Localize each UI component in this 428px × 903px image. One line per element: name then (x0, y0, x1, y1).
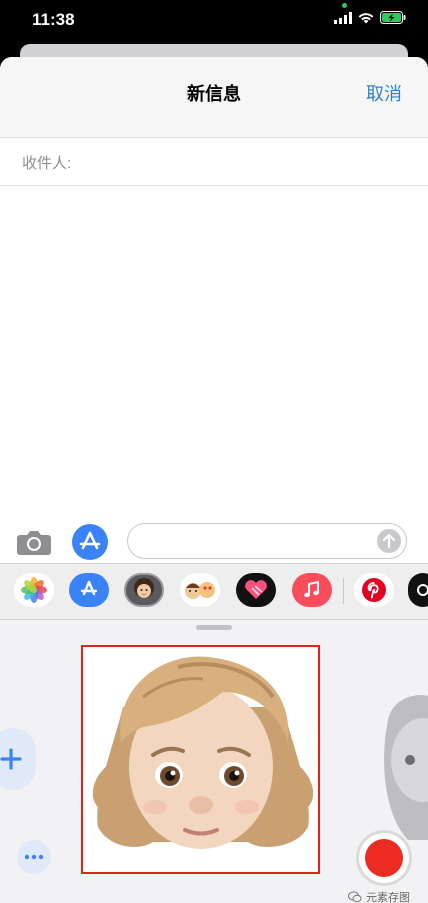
panel-grabber[interactable] (196, 625, 232, 630)
app-store-icon (79, 531, 101, 550)
memoji-woman-curly-hair (92, 656, 314, 849)
ellipsis-icon (24, 854, 44, 860)
page-title: 新信息 (187, 84, 241, 104)
battery-charging-icon (380, 11, 406, 24)
pinterest-app[interactable] (354, 573, 394, 607)
watermark: 元素存图 (348, 889, 410, 903)
send-button[interactable] (377, 529, 401, 553)
camera-icon (17, 531, 51, 555)
record-icon (365, 839, 403, 877)
music-icon (304, 580, 319, 598)
recipient-field[interactable]: 收件人: (0, 137, 428, 186)
more-options-button[interactable] (17, 840, 51, 874)
message-input[interactable] (127, 523, 407, 559)
memoji-preview-icon (384, 695, 428, 840)
next-memoji-preview[interactable] (378, 690, 428, 840)
drawer-divider (343, 578, 344, 604)
new-memoji-button[interactable] (0, 728, 36, 790)
pinterest-icon (362, 578, 386, 602)
app-store-button[interactable] (72, 524, 108, 560)
recipient-label: 收件人: (22, 155, 72, 172)
memoji-icon (134, 578, 154, 598)
plus-icon (0, 748, 22, 770)
memoji-stickers-app[interactable] (180, 573, 220, 607)
arrow-up-icon (382, 533, 396, 549)
camera-indicator-dot (342, 3, 347, 8)
message-input-bar (0, 519, 428, 567)
camera-button[interactable] (16, 527, 52, 557)
digital-touch-app[interactable] (236, 573, 276, 607)
tiktok-app[interactable] (408, 573, 428, 607)
app-store-drawer-app[interactable] (69, 573, 109, 607)
music-app[interactable] (292, 573, 332, 607)
memoji-stickers-icon (185, 582, 215, 599)
status-icons (334, 11, 406, 24)
watermark-text: 元素存图 (366, 892, 410, 903)
photos-app[interactable] (14, 573, 54, 607)
new-message-sheet: 新信息 取消 收件人: 元素存图 (0, 57, 428, 903)
memoji-app[interactable] (124, 573, 164, 607)
app-drawer (0, 563, 428, 620)
status-time: 11:38 (32, 10, 75, 29)
navigation-bar: 新信息 取消 (0, 57, 428, 138)
cancel-button[interactable]: 取消 (366, 80, 402, 106)
selected-memoji[interactable] (81, 645, 320, 874)
app-store-icon (80, 580, 98, 596)
status-bar: 11:38 (0, 0, 428, 44)
wifi-icon (358, 12, 374, 23)
tiktok-icon (417, 584, 428, 596)
wechat-icon (348, 891, 362, 903)
signal-icon (334, 11, 352, 24)
digital-touch-icon (245, 580, 267, 599)
photos-icon (21, 577, 47, 603)
record-button[interactable] (356, 830, 412, 886)
memoji-panel: 元素存图 (0, 619, 428, 903)
